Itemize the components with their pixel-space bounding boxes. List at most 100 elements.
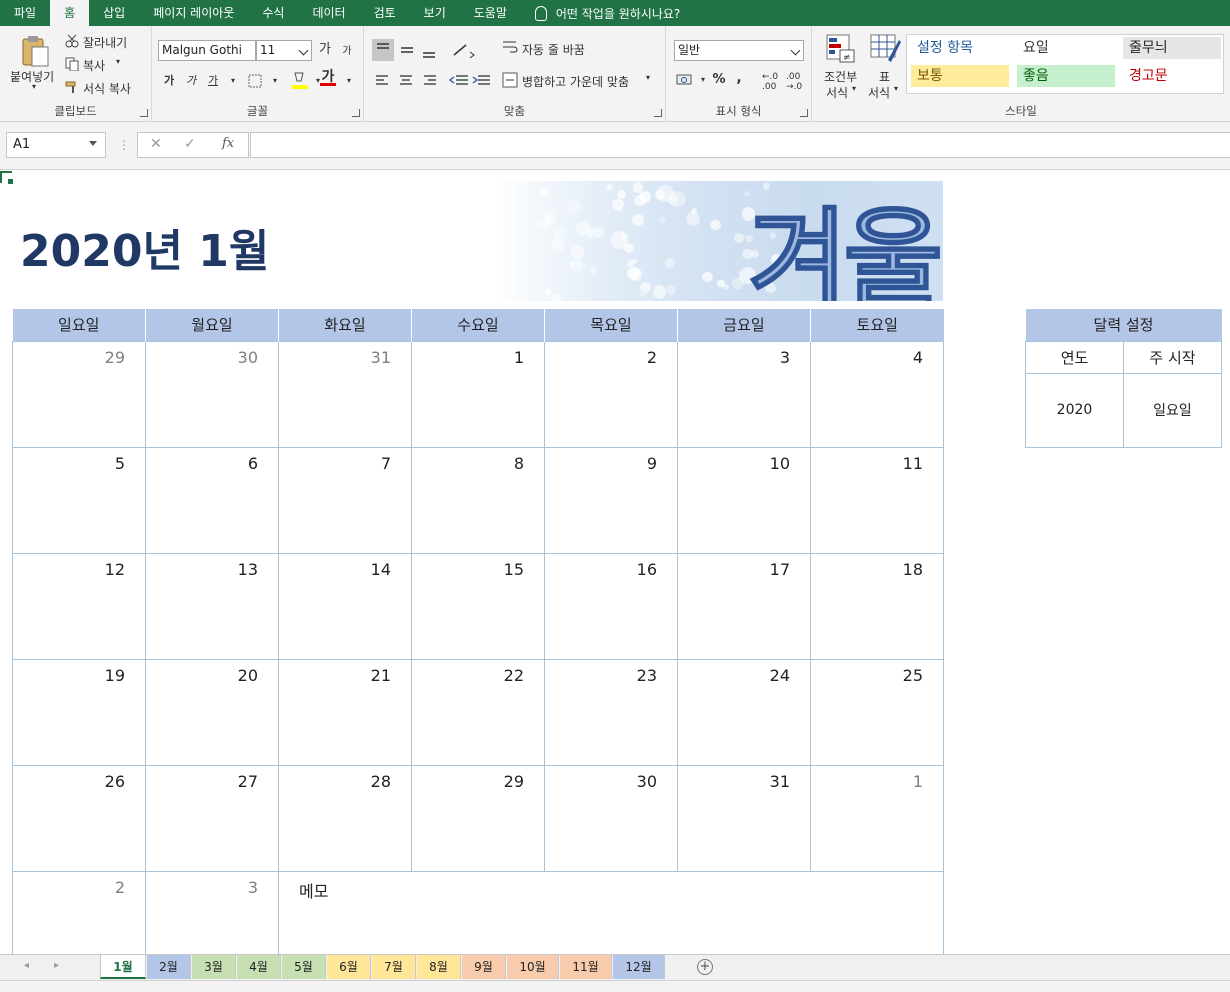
number-format-select[interactable]: 일반 [674,40,804,61]
indent-icons[interactable] [448,72,494,90]
format-as-table-button[interactable]: 표 [879,68,890,85]
border-icon[interactable] [248,74,262,88]
memo-cell[interactable]: 메모 [278,870,944,954]
cell-style-0[interactable]: 설정 항목 [911,37,1009,59]
settings-title[interactable]: 달력 설정 [1025,309,1222,341]
merge-dropdown-icon[interactable]: ▾ [646,73,650,82]
paste-icon[interactable] [20,34,50,68]
settings-week-start-value[interactable]: 일요일 [1123,372,1222,448]
day-cell[interactable]: 2 [12,870,146,954]
add-sheet-icon[interactable]: + [697,959,713,975]
day-cell[interactable]: 26 [12,764,146,872]
day-cell[interactable]: 3 [145,870,279,954]
formula-input[interactable] [250,132,1230,158]
percent-button[interactable]: % [708,69,730,91]
settings-year-header[interactable]: 연도 [1025,340,1124,374]
day-cell[interactable]: 29 [411,764,545,872]
font-color-button[interactable]: 가 [320,66,336,86]
weekday-header[interactable]: 목요일 [544,309,678,341]
cut-button[interactable]: 잘라내기 [83,34,127,51]
day-cell[interactable]: 8 [411,446,545,554]
number-launcher-icon[interactable] [800,109,808,117]
enter-icon[interactable]: ✓ [184,136,196,152]
menu-tab-5[interactable]: 데이터 [298,0,359,26]
menu-tab-8[interactable]: 도움말 [460,0,521,26]
cell-style-4[interactable]: 좋음 [1017,65,1115,87]
day-cell[interactable]: 22 [411,658,545,766]
day-cell[interactable]: 9 [544,446,678,554]
sheet-tab-9[interactable]: 9월 [462,955,506,979]
day-cell[interactable]: 7 [278,446,412,554]
day-cell[interactable]: 12 [12,552,146,660]
day-cell[interactable]: 11 [810,446,944,554]
conditional-format-button[interactable]: 조건부 [824,68,857,85]
scroll-right-icon[interactable]: ▸ [54,960,64,974]
worksheet[interactable]: 2020년 1월 겨울 일요일 월요일 화요일 수요일 목요일 금요일 토요일 29 30 31… [0,171,1230,954]
sheet-tab-1[interactable]: 1월 [100,955,146,979]
format-painter-button[interactable]: 서식 복사 [83,80,131,97]
sheet-tab-11[interactable]: 11월 [560,955,612,979]
day-cell[interactable]: 6 [145,446,279,554]
sheet-tab-7[interactable]: 7월 [372,955,416,979]
italic-button[interactable]: 가 [180,70,202,92]
weekday-header[interactable]: 토요일 [810,309,944,341]
horizontal-align-icons[interactable] [372,72,442,90]
settings-week-start-header[interactable]: 주 시작 [1123,340,1222,374]
day-cell[interactable]: 16 [544,552,678,660]
underline-button[interactable]: 가 [202,70,224,92]
conditional-dropdown-icon[interactable]: ▾ [852,84,856,93]
sheet-tab-2[interactable]: 2월 [147,955,191,979]
clipboard-launcher-icon[interactable] [140,109,148,117]
paste-dropdown-icon[interactable]: ▾ [32,82,36,91]
sheet-tab-6[interactable]: 6월 [327,955,371,979]
grow-font-button[interactable]: 가 [314,39,336,61]
sheet-tab-10[interactable]: 10월 [507,955,559,979]
wrap-text-button[interactable]: 자동 줄 바꿈 [522,41,585,58]
settings-year-value[interactable]: 2020 [1025,372,1124,448]
day-cell[interactable]: 4 [810,340,944,448]
font-color-dropdown-icon[interactable]: ▾ [338,70,360,92]
day-cell[interactable]: 17 [677,552,811,660]
shrink-font-button[interactable]: 가 [336,41,358,63]
table-dropdown-icon[interactable]: ▾ [894,84,898,93]
day-cell[interactable]: 20 [145,658,279,766]
font-size-select[interactable]: 11 [256,40,312,61]
menu-tab-2[interactable]: 삽입 [89,0,139,26]
name-box[interactable]: A1 [6,132,106,158]
day-cell[interactable]: 31 [278,340,412,448]
day-cell[interactable]: 14 [278,552,412,660]
border-dropdown-icon[interactable]: ▾ [264,70,286,92]
weekday-header[interactable]: 일요일 [12,309,146,341]
alignment-launcher-icon[interactable] [654,109,662,117]
tell-me-search[interactable]: 어떤 작업을 원하시나요? [521,0,680,26]
increase-decimal-icon[interactable]: ←.0.00 [762,72,778,92]
menu-tab-1[interactable]: 홈 [50,0,90,26]
cancel-icon[interactable]: ✕ [150,136,162,152]
day-cell[interactable]: 10 [677,446,811,554]
font-launcher-icon[interactable] [352,109,360,117]
sheet-tab-5[interactable]: 5월 [282,955,326,979]
underline-dropdown-icon[interactable]: ▾ [222,70,244,92]
merge-center-button[interactable]: 병합하고 가운데 맞춤 [522,73,629,90]
day-cell[interactable]: 23 [544,658,678,766]
align-bottom-icon[interactable] [418,39,440,61]
decrease-decimal-icon[interactable]: .00 →.0 [786,72,802,92]
day-cell[interactable]: 19 [12,658,146,766]
weekday-header[interactable]: 월요일 [145,309,279,341]
day-cell[interactable]: 28 [278,764,412,872]
day-cell[interactable]: 21 [278,658,412,766]
day-cell[interactable]: 25 [810,658,944,766]
copy-button[interactable]: 복사 [83,57,105,74]
cell-style-5[interactable]: 경고문 [1123,65,1221,87]
sheet-tab-4[interactable]: 4월 [237,955,281,979]
cell-style-2[interactable]: 줄무늬 [1123,37,1221,59]
copy-dropdown-icon[interactable]: ▾ [116,57,120,66]
scroll-left-icon[interactable]: ◂ [24,960,34,974]
cell-style-3[interactable]: 보통 [911,65,1009,87]
sheet-tab-12[interactable]: 12월 [613,955,665,979]
day-cell[interactable]: 30 [544,764,678,872]
orientation-icon[interactable] [450,39,478,61]
calendar-title[interactable]: 2020년 1월 [20,215,269,279]
font-family-select[interactable]: Malgun Gothi [158,40,256,61]
day-cell[interactable]: 1 [411,340,545,448]
